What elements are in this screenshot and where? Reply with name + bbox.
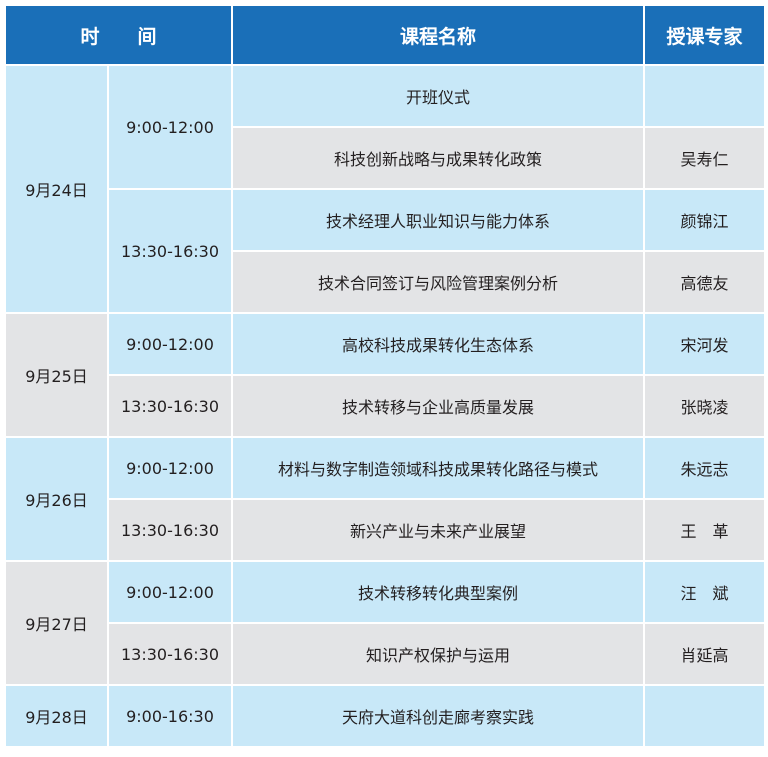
header-row: 时 间 课程名称 授课专家 [3, 4, 767, 66]
course-cell: 开班仪式 [231, 64, 646, 128]
course-cell: 技术转移转化典型案例 [231, 560, 646, 624]
date-cell: 9月25日 [4, 312, 109, 438]
expert-cell: 高德友 [643, 250, 767, 314]
expert-cell [643, 684, 767, 748]
expert-cell: 张晓凌 [643, 374, 767, 438]
course-cell: 技术经理人职业知识与能力体系 [231, 188, 646, 252]
expert-cell: 朱远志 [643, 436, 767, 500]
table-row: 9月26日 9:00-12:00 材料与数字制造领域科技成果转化路径与模式 朱远… [4, 436, 767, 562]
table-row: 9月28日 9:00-16:30 天府大道科创走廊考察实践 [4, 684, 767, 748]
course-cell: 材料与数字制造领域科技成果转化路径与模式 [231, 436, 646, 500]
table-row: 13:30-16:30 技术转移与企业高质量发展 张晓凌 [5, 374, 767, 438]
time-cell: 9:00-16:30 [106, 684, 234, 748]
expert-cell [643, 64, 767, 128]
date-cell: 9月26日 [4, 436, 109, 562]
course-cell: 高校科技成果转化生态体系 [231, 312, 646, 376]
schedule-table: 时 间 课程名称 授课专家 9月24日 9:00-12:00 开班仪式 科技创新… [3, 4, 767, 748]
course-cell: 技术合同签订与风险管理案例分析 [231, 250, 646, 314]
time-cell: 13:30-16:30 [106, 188, 234, 314]
time-cell: 9:00-12:00 [106, 64, 234, 190]
table-row: 13:30-16:30 新兴产业与未来产业展望 王 革 [5, 498, 767, 562]
expert-cell: 吴寿仁 [643, 126, 767, 190]
expert-cell: 宋河发 [643, 312, 767, 376]
time-cell: 13:30-16:30 [106, 498, 234, 562]
time-cell: 13:30-16:30 [106, 374, 234, 438]
time-cell: 9:00-12:00 [106, 312, 234, 376]
time-cell: 9:00-12:00 [106, 560, 234, 624]
date-cell: 9月24日 [4, 64, 109, 314]
header-course: 课程名称 [231, 4, 646, 66]
table-row: 9月24日 9:00-12:00 开班仪式 [4, 64, 767, 314]
date-cell: 9月28日 [4, 684, 109, 748]
course-cell: 天府大道科创走廊考察实践 [231, 684, 646, 748]
table-row: 13:30-16:30 技术经理人职业知识与能力体系 颜锦江 [5, 188, 767, 314]
header-time: 时 间 [3, 4, 234, 66]
course-cell: 科技创新战略与成果转化政策 [231, 126, 646, 190]
table-row: 13:30-16:30 知识产权保护与运用 肖延高 [5, 622, 767, 686]
header-expert: 授课专家 [643, 4, 767, 66]
course-cell: 新兴产业与未来产业展望 [231, 498, 646, 562]
expert-cell: 汪 斌 [643, 560, 767, 624]
expert-cell: 王 革 [643, 498, 767, 562]
table-row: 9月27日 9:00-12:00 技术转移转化典型案例 汪 斌 [4, 560, 767, 686]
time-cell: 13:30-16:30 [106, 622, 234, 686]
table-row: 9月25日 9:00-12:00 高校科技成果转化生态体系 宋河发 [4, 312, 767, 438]
time-cell: 9:00-12:00 [106, 436, 234, 500]
expert-cell: 颜锦江 [643, 188, 767, 252]
expert-cell: 肖延高 [643, 622, 767, 686]
date-cell: 9月27日 [4, 560, 109, 686]
course-cell: 技术转移与企业高质量发展 [231, 374, 646, 438]
course-cell: 知识产权保护与运用 [231, 622, 646, 686]
